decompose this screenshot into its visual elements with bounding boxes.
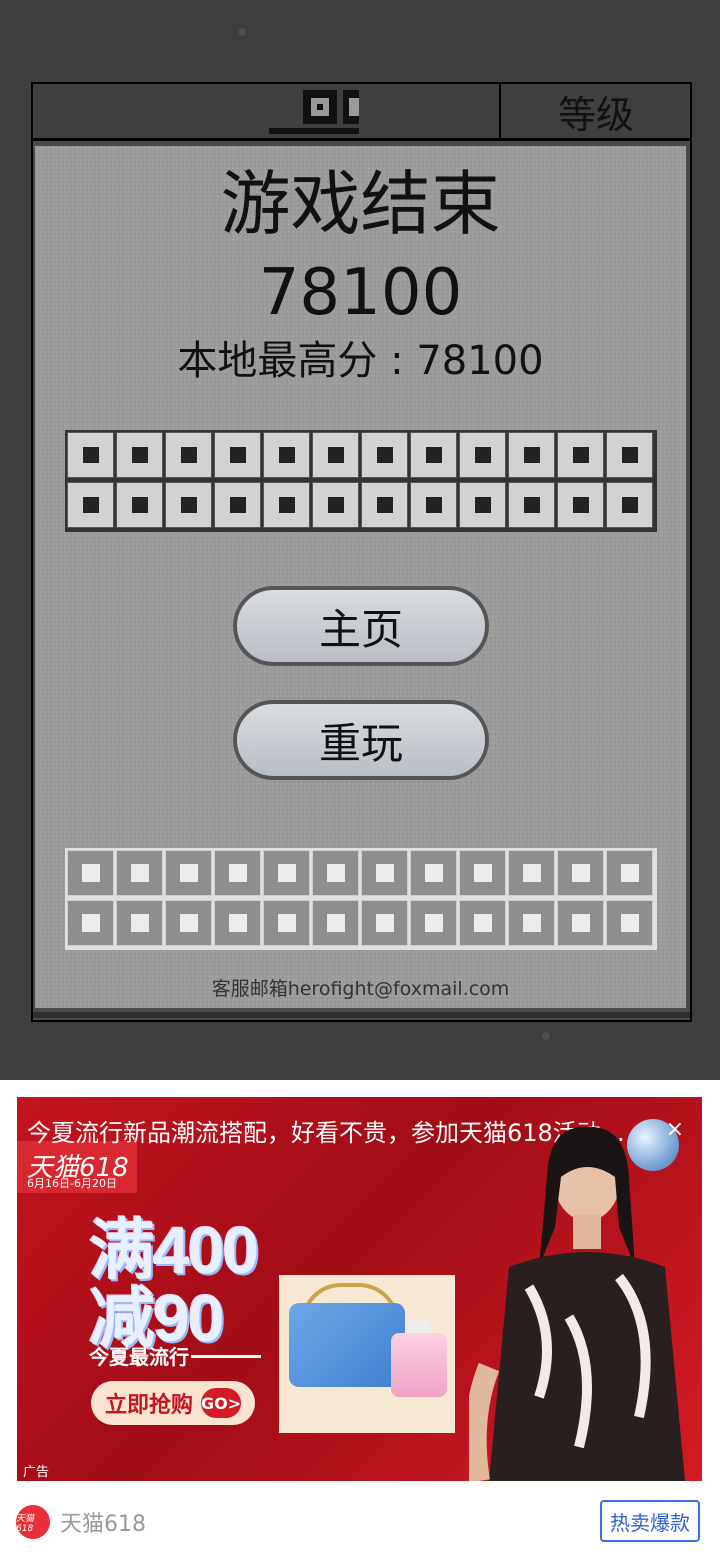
frame-bottom-bar: [33, 1012, 690, 1018]
tile: [557, 850, 604, 896]
tile: [214, 432, 261, 478]
game-screen: 等级 游戏结束 78100 本地最高分 : 78100 主页 重玩 客服邮箱he…: [0, 0, 720, 1080]
tile: [214, 482, 261, 528]
tile: [214, 900, 261, 946]
decorative-tile-strip-top: [65, 430, 657, 532]
game-over-panel: 游戏结束 78100 本地最高分 : 78100 主页 重玩 客服邮箱herof…: [35, 146, 686, 1008]
tile: [116, 482, 163, 528]
tile: [508, 850, 555, 896]
tile: [67, 482, 114, 528]
advertiser-name: 天猫618: [60, 1512, 146, 1537]
tile: [508, 432, 555, 478]
tab-bar: 等级: [33, 84, 690, 141]
promo-dates: 6月16日-6月20日: [27, 1177, 117, 1190]
tile: [263, 900, 310, 946]
tile: [67, 850, 114, 896]
promo-subtitle: 今夏最流行: [89, 1345, 189, 1369]
tile: [459, 432, 506, 478]
tile: [116, 432, 163, 478]
local-best-score: 本地最高分 : 78100: [177, 338, 544, 384]
tile: [312, 900, 359, 946]
support-email: 客服邮箱herofight@foxmail.com: [211, 978, 510, 1000]
decorative-tile-strip-bottom: [65, 848, 657, 950]
tile: [263, 850, 310, 896]
tile: [459, 482, 506, 528]
tile: [459, 850, 506, 896]
tile: [116, 850, 163, 896]
tile: [361, 482, 408, 528]
tile: [165, 850, 212, 896]
final-score: 78100: [258, 256, 463, 330]
tile: [361, 432, 408, 478]
tile: [410, 432, 457, 478]
tab-level[interactable]: 等级: [503, 84, 689, 138]
tile: [606, 850, 653, 896]
replay-button[interactable]: 重玩: [233, 700, 489, 780]
tile-row: [65, 482, 657, 530]
hot-sale-button[interactable]: 热卖爆款: [600, 1500, 700, 1542]
tile: [361, 850, 408, 896]
tile: [116, 900, 163, 946]
tile-row: [65, 432, 657, 480]
tile: [263, 432, 310, 478]
background-dot: [238, 28, 246, 36]
tile: [508, 482, 555, 528]
tile: [557, 900, 604, 946]
buy-now-label: 立即抢购: [105, 1393, 194, 1418]
tile: [508, 900, 555, 946]
model-image: [469, 1126, 685, 1481]
tile: [557, 432, 604, 478]
promo-underline: [191, 1355, 261, 1358]
tile: [312, 482, 359, 528]
tile: [165, 900, 212, 946]
game-over-title: 游戏结束: [220, 163, 501, 245]
perfume-image: [391, 1333, 447, 1397]
ad-banner[interactable]: 天猫618 6月16日-6月20日 今夏流行新品潮流搭配，好看不贵，参加天猫61…: [17, 1097, 702, 1481]
buy-now-button[interactable]: 立即抢购 GO>: [91, 1381, 255, 1425]
brand-badge: 天猫618 6月16日-6月20日: [17, 1141, 137, 1193]
tile: [410, 482, 457, 528]
tile: [67, 432, 114, 478]
go-badge: GO>: [201, 1388, 241, 1418]
handbag-image: [289, 1303, 405, 1387]
tile-row: [65, 900, 657, 948]
background-dot: [542, 1032, 550, 1040]
game-logo-icon[interactable]: [269, 88, 359, 134]
tile: [410, 900, 457, 946]
advertiser-logo-icon: 天猫618: [16, 1505, 50, 1539]
tile: [165, 482, 212, 528]
tile: [606, 482, 653, 528]
product-image: [279, 1275, 455, 1433]
tile-row: [65, 850, 657, 898]
tile: [557, 482, 604, 528]
tile: [263, 482, 310, 528]
game-frame: 等级 游戏结束 78100 本地最高分 : 78100 主页 重玩 客服邮箱he…: [31, 82, 692, 1022]
home-button[interactable]: 主页: [233, 586, 489, 666]
tab-divider: [499, 84, 501, 138]
ad-label: 广告: [23, 1465, 50, 1480]
tile: [312, 432, 359, 478]
tile: [606, 900, 653, 946]
tile: [312, 850, 359, 896]
tile: [410, 850, 457, 896]
tile: [67, 900, 114, 946]
tile: [459, 900, 506, 946]
tile: [165, 432, 212, 478]
tile: [606, 432, 653, 478]
tile: [214, 850, 261, 896]
tile: [361, 900, 408, 946]
